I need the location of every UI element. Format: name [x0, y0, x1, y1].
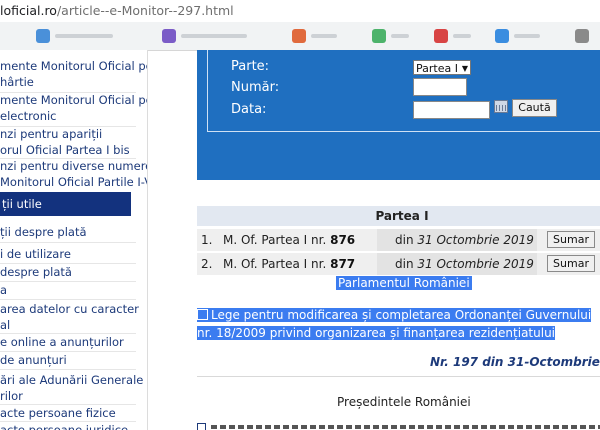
- issue-reference: Nr. 197 din 31-Octombrie-2019: [430, 355, 600, 369]
- sidebar-link[interactable]: electronic: [0, 108, 57, 124]
- sidebar-link[interactable]: de anunțuri: [0, 352, 67, 368]
- dropdown-caret-icon: ▼: [461, 64, 468, 73]
- sidebar-link[interactable]: Monitorul Oficial Partile I-VII: [0, 174, 147, 190]
- bookmark-item[interactable]: [495, 29, 545, 43]
- checkbox-icon[interactable]: [197, 423, 206, 430]
- sidebar-link[interactable]: rilor: [0, 388, 23, 404]
- issuer-heading: Parlamentul României: [336, 276, 472, 290]
- bookmark-item[interactable]: [434, 29, 474, 43]
- main-content: Parte: Partea I ▼ Număr: Data: Caută Part…: [147, 50, 600, 430]
- numar-label: Număr:: [231, 80, 280, 95]
- sidebar-link[interactable]: despre plată: [0, 264, 72, 280]
- sidebar-link[interactable]: mente Monitorul Oficial pe: [0, 92, 147, 108]
- parte-select[interactable]: Partea I ▼: [413, 60, 471, 75]
- sidebar-link[interactable]: al: [0, 317, 10, 333]
- data-label: Data:: [231, 102, 267, 117]
- row-title[interactable]: M. Of. Partea I nr. 877: [223, 257, 355, 271]
- url-text: loficial.ro/article--e-Monitor--297.html: [0, 3, 234, 18]
- address-bar[interactable]: loficial.ro/article--e-Monitor--297.html: [0, 0, 600, 23]
- law-title: Lege pentru modificarea și completarea O…: [197, 308, 592, 340]
- bookmark-icon: [434, 29, 448, 43]
- calendar-icon[interactable]: [494, 100, 508, 113]
- results-header: Partea I: [197, 206, 600, 226]
- next-entry-cutoff: [197, 423, 600, 430]
- row-index: 2.: [201, 257, 213, 271]
- bookmarks-bar: [0, 22, 600, 51]
- sumar-button[interactable]: Sumar: [547, 255, 595, 272]
- sidebar-link[interactable]: ări ale Adunării Generale a: [0, 372, 147, 388]
- table-row: 1. M. Of. Partea I nr. 876 din 31 Octomb…: [197, 229, 600, 251]
- row-title[interactable]: M. Of. Partea I nr. 876: [223, 233, 355, 247]
- numar-input[interactable]: [413, 78, 467, 96]
- bookmark-item[interactable]: [36, 29, 116, 43]
- bookmark-icon: [495, 29, 509, 43]
- sumar-button[interactable]: Sumar: [547, 231, 595, 248]
- table-row: 2. M. Of. Partea I nr. 877 din 31 Octomb…: [197, 253, 600, 275]
- law-entry[interactable]: Lege pentru modificarea și completarea O…: [197, 306, 600, 342]
- sidebar-link[interactable]: nzi pentru diverse numere: [0, 158, 147, 174]
- date-input[interactable]: [413, 101, 490, 119]
- sidebar: mente Monitorul Oficial pe hârtie mente …: [0, 50, 148, 430]
- row-date: din 31 Octombrie 2019: [395, 233, 534, 247]
- sidebar-link[interactable]: ții despre plată: [0, 224, 87, 240]
- bookmark-item[interactable]: [372, 29, 412, 43]
- row-index: 1.: [201, 233, 213, 247]
- bookmark-icon: [372, 29, 386, 43]
- sidebar-link[interactable]: e online a anunțurilor: [0, 334, 124, 350]
- parte-label: Parte:: [231, 59, 270, 74]
- bookmark-item[interactable]: [162, 29, 252, 43]
- sidebar-link[interactable]: acte persoane juridice: [0, 422, 128, 430]
- search-form: Parte: Partea I ▼ Număr: Data: Caută: [207, 50, 600, 132]
- bookmark-icon: [575, 29, 589, 43]
- bookmark-icon: [162, 29, 176, 43]
- divider: [197, 376, 600, 377]
- row-date: din 31 Octombrie 2019: [395, 257, 534, 271]
- checkbox-icon[interactable]: [197, 309, 208, 320]
- sidebar-link[interactable]: area datelor cu caracter: [0, 301, 139, 317]
- sidebar-link[interactable]: mente Monitorul Oficial pe: [0, 58, 147, 74]
- issuer-heading-2: Președintele României: [337, 395, 471, 409]
- sidebar-link[interactable]: nzi pentru apariții: [0, 126, 102, 142]
- bookmark-icon: [36, 29, 50, 43]
- search-panel: Parte: Partea I ▼ Număr: Data: Caută: [197, 50, 600, 180]
- sidebar-link[interactable]: orul Oficial Partea I bis: [0, 142, 130, 158]
- search-button[interactable]: Caută: [512, 99, 557, 117]
- sidebar-link[interactable]: a: [0, 282, 7, 298]
- sidebar-link[interactable]: acte persoane fizice: [0, 405, 116, 421]
- bookmark-icon: [292, 29, 306, 43]
- parte-select-value: Partea I: [416, 62, 458, 75]
- bookmark-item[interactable]: [292, 29, 342, 43]
- sidebar-section-title: ții utile: [0, 192, 131, 216]
- sidebar-link[interactable]: hârtie: [0, 74, 34, 90]
- sidebar-link[interactable]: i de utilizare: [0, 246, 71, 262]
- bookmark-item[interactable]: [575, 29, 600, 43]
